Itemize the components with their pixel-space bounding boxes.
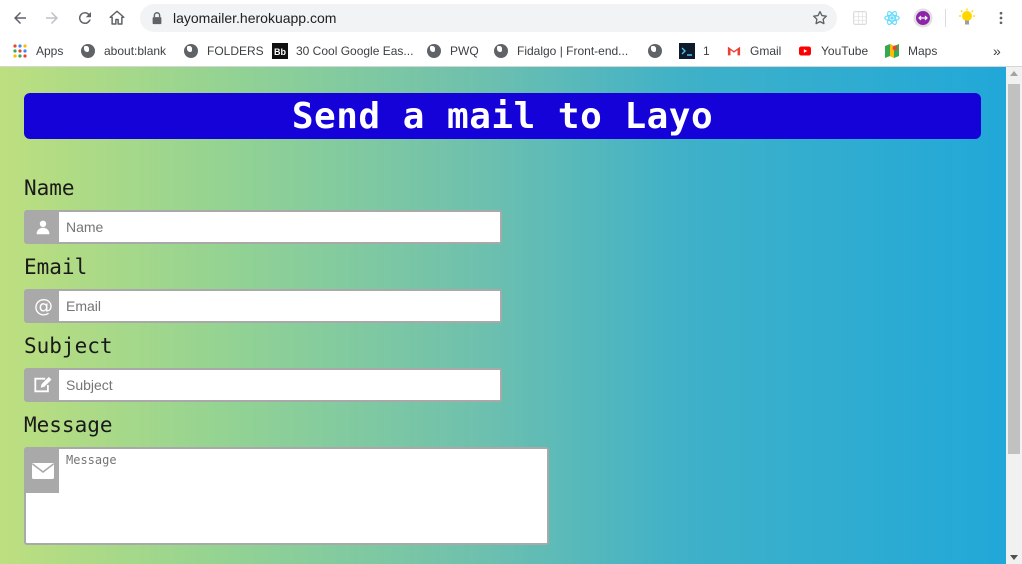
svg-text:Bb: Bb — [274, 47, 286, 57]
bookmark-1[interactable]: 1 — [679, 41, 710, 61]
terminal-icon — [679, 43, 695, 59]
lightbulb-icon[interactable] — [957, 8, 977, 28]
email-field: @ — [24, 289, 502, 323]
bookmark-label: 1 — [703, 44, 710, 58]
gmail-icon — [726, 43, 742, 59]
bookmark-label: about:blank — [104, 44, 167, 58]
bookmark-pwq[interactable]: PWQ — [426, 41, 479, 61]
bookmarks-overflow-chevron-icon[interactable]: » — [993, 41, 1001, 61]
globe-icon — [493, 43, 509, 59]
scroll-down-arrow-icon[interactable] — [1010, 555, 1018, 560]
email-input[interactable] — [59, 291, 500, 321]
bookmark-label: FOLDERS — [207, 44, 264, 58]
bookmark-about-blank[interactable]: about:blank — [80, 41, 166, 61]
edit-icon — [26, 370, 59, 400]
message-label: Message — [24, 413, 113, 437]
bookmark-google-easter-eggs[interactable]: Bb 30 Cool Google Eas... — [272, 41, 413, 61]
react-devtools-icon[interactable] — [882, 8, 902, 28]
bookmark-label: Gmail — [750, 44, 782, 58]
svg-text:@: @ — [34, 296, 53, 316]
home-icon[interactable] — [105, 6, 129, 30]
bookmark-star-icon[interactable] — [811, 9, 829, 27]
email-label: Email — [24, 255, 88, 279]
lock-icon — [152, 12, 162, 25]
bookmark-label: Apps — [36, 44, 64, 58]
youtube-icon — [797, 43, 813, 59]
bookmarks-bar: Apps about:blank FOLDERS Bb 30 Cool Goog… — [0, 35, 1022, 67]
globe-icon — [647, 43, 663, 59]
bookmark-maps[interactable]: Maps — [884, 41, 937, 61]
browser-toolbar: layomailer.herokuapp.com — [0, 0, 1022, 35]
menu-kebab-icon[interactable] — [991, 8, 1011, 28]
name-field — [24, 210, 502, 244]
page-background: Send a mail to Layo Name Email @ Subject — [0, 67, 1006, 564]
extension-grid-icon[interactable] — [850, 8, 870, 28]
bookmark-fidalgo[interactable]: Fidalgo | Front-end... — [493, 41, 628, 61]
page-scrollbar[interactable] — [1006, 67, 1022, 564]
name-input[interactable] — [59, 212, 500, 242]
forward-icon[interactable] — [40, 6, 64, 30]
subject-field — [24, 368, 502, 402]
bookmark-label: 30 Cool Google Eas... — [296, 44, 414, 58]
url-text: layomailer.herokuapp.com — [173, 10, 337, 26]
bookmark-label: PWQ — [450, 44, 479, 58]
message-field — [24, 447, 549, 545]
message-textarea[interactable] — [59, 449, 547, 543]
reload-icon[interactable] — [73, 6, 97, 30]
at-sign-icon: @ — [26, 291, 59, 321]
globe-icon — [80, 43, 96, 59]
bookmark-untitled[interactable] — [647, 41, 671, 61]
bookmark-gmail[interactable]: Gmail — [726, 41, 781, 61]
bookmark-label: Fidalgo | Front-end... — [517, 44, 629, 58]
subject-input[interactable] — [59, 370, 500, 400]
bookmark-youtube[interactable]: YouTube — [797, 41, 868, 61]
toolbar-divider — [945, 9, 946, 27]
back-icon[interactable] — [8, 6, 32, 30]
user-icon — [26, 212, 59, 242]
scrollbar-thumb[interactable] — [1008, 84, 1020, 454]
behance-icon: Bb — [272, 43, 288, 59]
page-viewport: Send a mail to Layo Name Email @ Subject — [0, 67, 1022, 564]
name-label: Name — [24, 176, 75, 200]
page-title: Send a mail to Layo — [291, 95, 714, 137]
bookmark-label: Maps — [908, 44, 938, 58]
envelope-icon — [26, 449, 59, 493]
subject-label: Subject — [24, 334, 113, 358]
apps-grid-icon — [12, 43, 28, 59]
bookmark-folders[interactable]: FOLDERS — [183, 41, 264, 61]
scroll-up-arrow-icon[interactable] — [1010, 71, 1018, 76]
bookmark-apps[interactable]: Apps — [12, 41, 63, 61]
header-banner: Send a mail to Layo — [24, 93, 981, 139]
bookmark-label: YouTube — [821, 44, 869, 58]
globe-icon — [183, 43, 199, 59]
profile-extension-icon[interactable] — [913, 8, 933, 28]
maps-icon — [884, 43, 900, 59]
globe-icon — [426, 43, 442, 59]
address-bar[interactable]: layomailer.herokuapp.com — [140, 4, 837, 32]
